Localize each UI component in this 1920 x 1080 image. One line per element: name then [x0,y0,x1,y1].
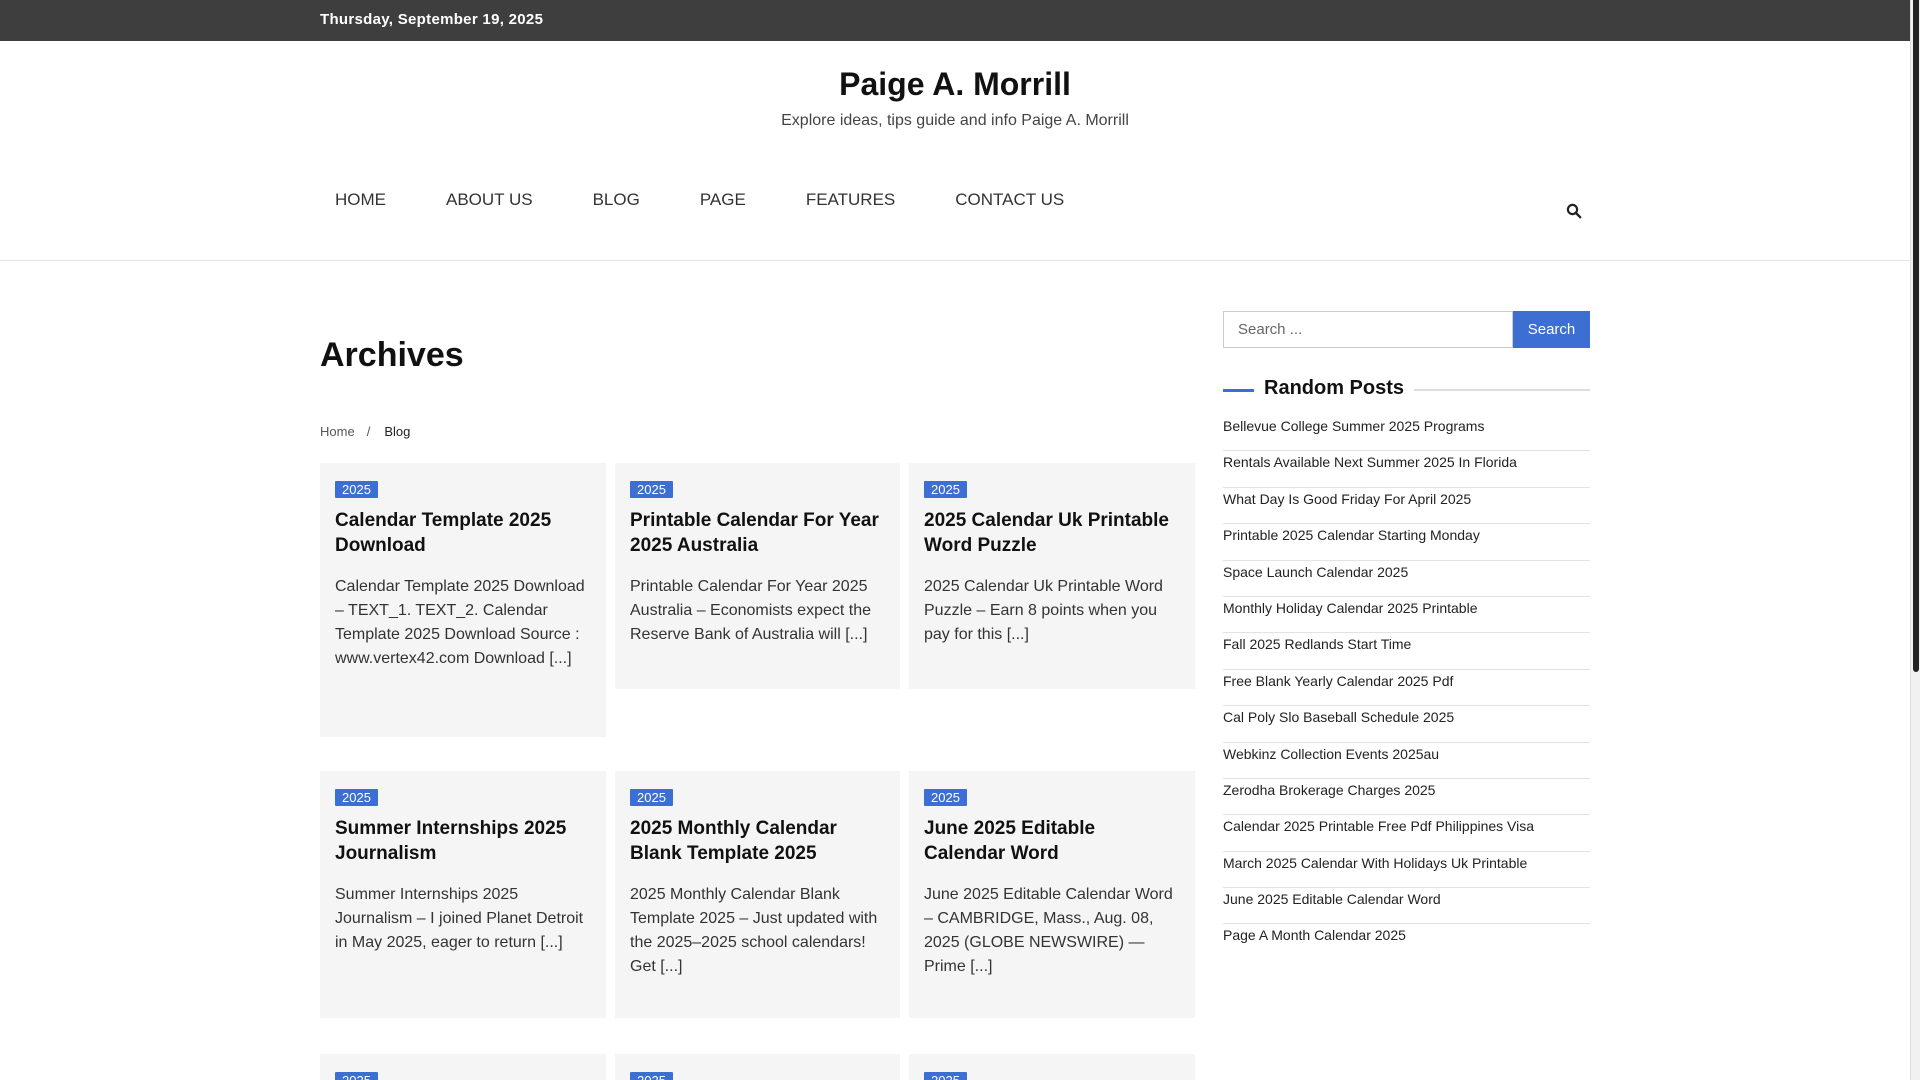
post-excerpt: Summer Internships 2025 Journalism – I j… [335,886,584,951]
post-card: 2025 2025 Calendar Uk Printable Word Puz… [909,463,1195,689]
widget-accent-bar [1223,389,1254,392]
breadcrumb: Home / Blog [320,424,410,439]
post-excerpt: Calendar Template 2025 Download – TEXT_1… [335,578,585,667]
random-post-link[interactable]: Space Launch Calendar 2025 [1223,561,1590,597]
post-title[interactable]: 2025 Monthly Calendar Blank Template 202… [630,816,885,866]
post-excerpt: 2025 Calendar Uk Printable Word Puzzle –… [924,578,1163,643]
main-nav: HOME ABOUT US BLOG PAGE FEATURES CONTACT… [320,190,1109,210]
random-post-link[interactable]: Page A Month Calendar 2025 [1223,924,1590,960]
nav-page[interactable]: PAGE [685,190,761,210]
random-post-link[interactable]: Cal Poly Slo Baseball Schedule 2025 [1223,706,1590,743]
site-title[interactable]: Paige A. Morrill [0,66,1910,103]
post-card: 2025 Printable Calendar For Year 2025 Au… [615,463,900,689]
random-post-link[interactable]: Calendar 2025 Printable Free Pdf Philipp… [1223,815,1590,852]
sidebar-search-form: Search [1223,311,1590,348]
widget-divider [1405,389,1590,391]
random-post-link[interactable]: Fall 2025 Redlands Start Time [1223,633,1590,670]
nav-home[interactable]: HOME [320,190,401,210]
page-scrollbar[interactable] [1910,0,1920,1080]
nav-features[interactable]: FEATURES [791,190,910,210]
random-post-link[interactable]: June 2025 Editable Calendar Word [1223,888,1590,925]
category-badge[interactable]: 2025 [335,481,378,498]
page-title: Archives [320,336,464,374]
post-card: 2025 June 2025 Editable Calendar Word Ju… [909,771,1195,1018]
random-post-link[interactable]: Zerodha Brokerage Charges 2025 [1223,779,1590,816]
post-card: 2025 [909,1054,1195,1080]
post-card: 2025 Summer Internships 2025 Journalism … [320,771,606,1018]
post-title[interactable]: Summer Internships 2025 Journalism [335,816,591,866]
random-post-link[interactable]: Monthly Holiday Calendar 2025 Printable [1223,597,1590,634]
post-excerpt: 2025 Monthly Calendar Blank Template 202… [630,886,878,975]
top-bar: Thursday, September 19, 2025 [0,0,1910,41]
nav-about-us[interactable]: ABOUT US [431,190,548,210]
nav-blog[interactable]: BLOG [578,190,655,210]
post-title[interactable]: June 2025 Editable Calendar Word [924,816,1180,866]
random-posts-header: Random Posts [1223,377,1590,403]
random-post-link[interactable]: Bellevue College Summer 2025 Programs [1223,415,1590,452]
post-title[interactable]: 2025 Calendar Uk Printable Word Puzzle [924,508,1180,558]
nav-contact-us[interactable]: CONTACT US [940,190,1079,210]
category-badge[interactable]: 2025 [630,481,673,498]
search-button[interactable]: Search [1513,311,1590,348]
widget-title: Random Posts [1264,377,1415,400]
search-icon[interactable] [1566,203,1582,219]
category-badge[interactable]: 2025 [924,481,967,498]
category-badge[interactable]: 2025 [335,789,378,806]
post-card: 2025 [320,1054,606,1080]
category-badge[interactable]: 2025 [630,1072,673,1080]
current-date: Thursday, September 19, 2025 [320,11,544,28]
breadcrumb-separator: / [366,424,371,439]
random-post-link[interactable]: What Day Is Good Friday For April 2025 [1223,488,1590,525]
random-post-link[interactable]: Webkinz Collection Events 2025au [1223,743,1590,779]
breadcrumb-current: Blog [384,424,411,439]
post-title[interactable]: Calendar Template 2025 Download [335,508,591,558]
random-post-link[interactable]: Printable 2025 Calendar Starting Monday [1223,524,1590,561]
post-excerpt: June 2025 Editable Calendar Word – CAMBR… [924,886,1173,975]
post-title[interactable]: Printable Calendar For Year 2025 Austral… [630,508,885,558]
search-input[interactable] [1223,311,1513,348]
random-post-link[interactable]: March 2025 Calendar With Holidays Uk Pri… [1223,852,1590,889]
random-post-link[interactable]: Rentals Available Next Summer 2025 In Fl… [1223,451,1590,488]
category-badge[interactable]: 2025 [924,789,967,806]
post-card: 2025 [615,1054,900,1080]
random-posts-list: Bellevue College Summer 2025 Programs Re… [1223,415,1590,961]
scrollbar-thumb[interactable] [1913,0,1919,672]
post-card: 2025 Calendar Template 2025 Download Cal… [320,463,606,737]
post-card: 2025 2025 Monthly Calendar Blank Templat… [615,771,900,1018]
category-badge[interactable]: 2025 [924,1072,967,1080]
header-divider [0,260,1910,261]
random-post-link[interactable]: Free Blank Yearly Calendar 2025 Pdf [1223,670,1590,707]
post-excerpt: Printable Calendar For Year 2025 Austral… [630,578,872,643]
category-badge[interactable]: 2025 [630,789,673,806]
category-badge[interactable]: 2025 [335,1072,378,1080]
site-description: Explore ideas, tips guide and info Paige… [781,112,1129,129]
breadcrumb-home[interactable]: Home [320,424,355,439]
